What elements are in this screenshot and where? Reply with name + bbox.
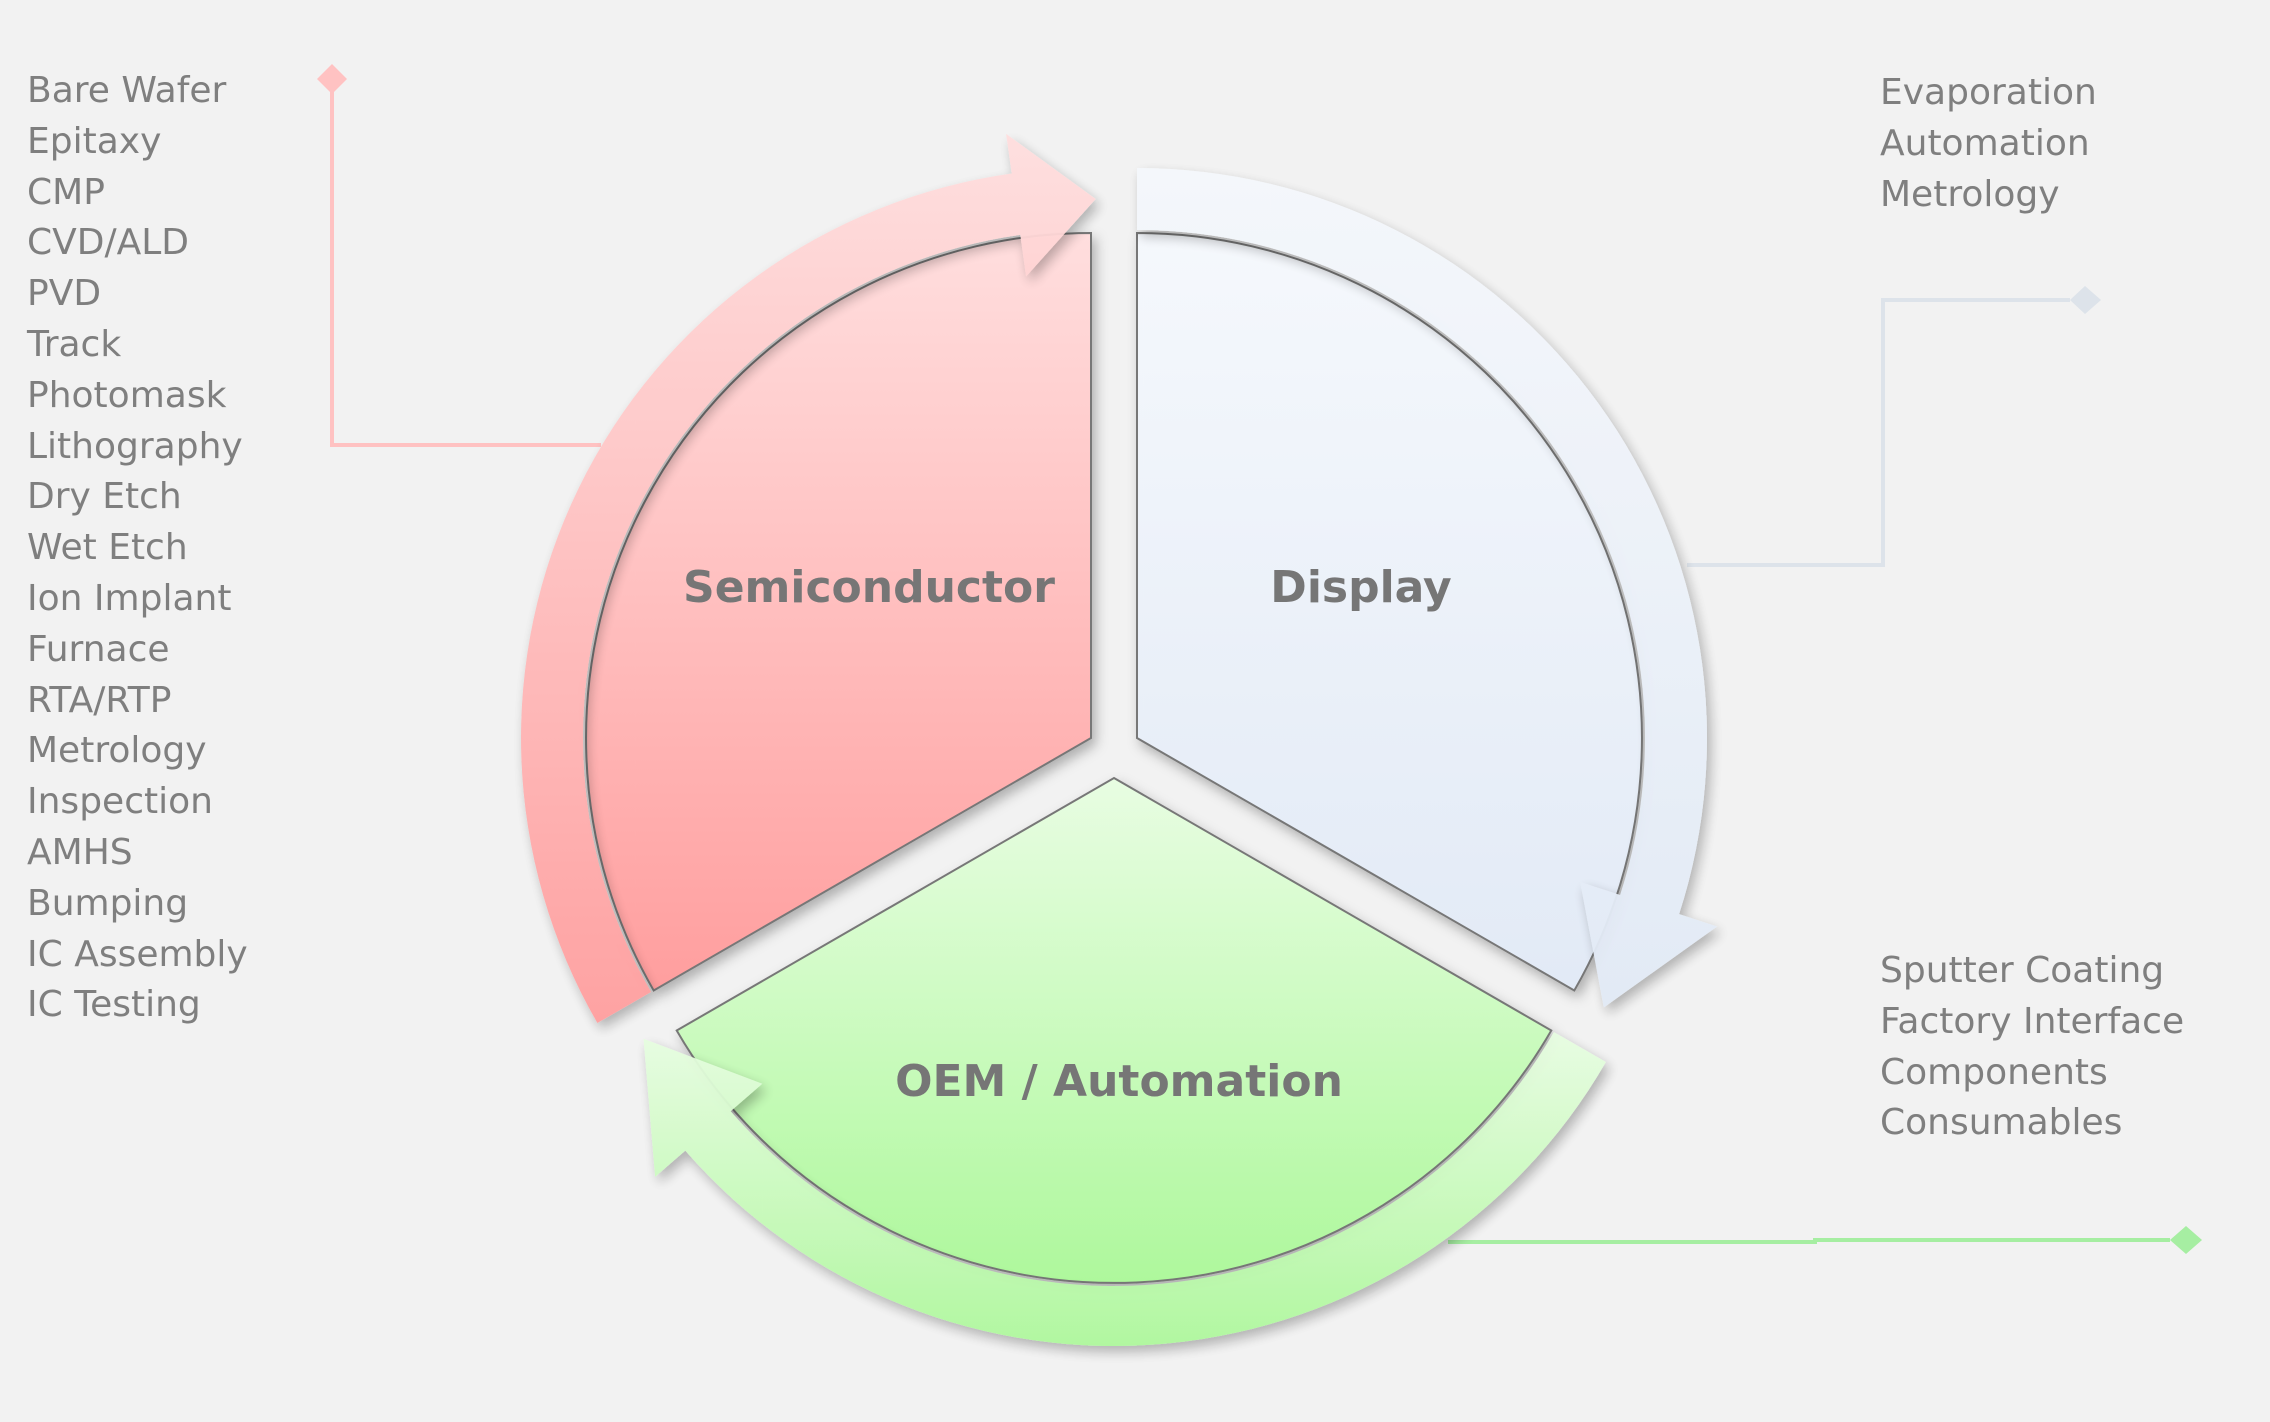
list-item: Consumables [1880, 1102, 2123, 1144]
list-item: Components [1880, 1051, 2108, 1093]
list-item: CMP [27, 171, 105, 213]
segment-label-semiconductor: Semiconductor [683, 562, 1055, 613]
list-item: Epitaxy [27, 120, 162, 162]
list-item: Lithography [27, 425, 243, 467]
list-item: Metrology [27, 730, 207, 772]
list-item: Bumping [27, 882, 189, 924]
oem-item-list: Sputter Coating Factory Interface Compon… [1880, 946, 2184, 1149]
list-item: RTA/RTP [27, 679, 172, 721]
list-item: Sputter Coating [1880, 950, 2165, 991]
cycle-diagram: Semiconductor Display OEM / Automation B… [0, 0, 2270, 1422]
list-item: Factory Interface [1880, 1000, 2185, 1042]
list-item: Bare Wafer [27, 70, 227, 111]
list-item: Automation [1880, 122, 2090, 164]
connector-semiconductor [317, 64, 601, 447]
list-item: Track [27, 323, 122, 365]
list-item: Photomask [27, 374, 227, 416]
connector-display [1687, 286, 2101, 567]
display-item-list: Evaporation Automation Metrology [1880, 68, 2097, 220]
list-item: Inspection [27, 781, 213, 823]
list-item: Wet Etch [27, 527, 188, 569]
list-item: PVD [27, 273, 102, 315]
list-item: Dry Etch [27, 476, 182, 518]
list-item: IC Testing [27, 984, 201, 1026]
list-item: CVD/ALD [27, 222, 190, 264]
segment-label-oem: OEM / Automation [895, 1056, 1343, 1107]
list-item: Evaporation [1880, 72, 2097, 113]
list-item: Furnace [27, 628, 170, 670]
list-item: AMHS [27, 831, 133, 873]
list-item: IC Assembly [27, 933, 248, 975]
list-item: Ion Implant [27, 577, 232, 619]
connector-oem [1448, 1226, 2202, 1254]
segment-label-display: Display [1270, 562, 1451, 613]
semiconductor-item-list: Bare Wafer Epitaxy CMP CVD/ALD PVD Track… [27, 66, 248, 1031]
list-item: Metrology [1880, 173, 2060, 215]
